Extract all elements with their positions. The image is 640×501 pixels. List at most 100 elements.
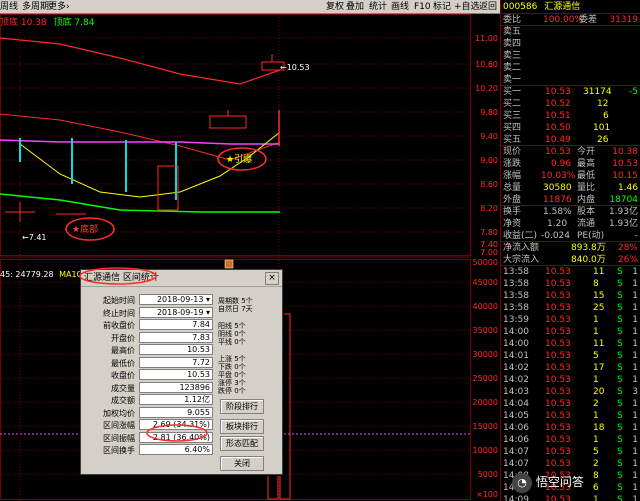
stock-name: 汇源通信: [544, 2, 581, 12]
field-label: 区间涨幅: [103, 421, 135, 430]
volume-tick: 20000: [473, 398, 498, 407]
tb-weekly[interactable]: 周线: [0, 1, 18, 13]
stage-ranking-button[interactable]: 阶段排行: [220, 399, 264, 414]
limit-down-count: 跌停 0个: [218, 387, 246, 395]
limit-up-count: 涨停 3个: [218, 379, 246, 387]
tick-row: 14:00 10.53 1 S 1: [503, 327, 638, 337]
tb-add-fav[interactable]: +自选: [454, 1, 480, 13]
upper-band-line: [0, 37, 281, 85]
field-value: 123896: [139, 381, 213, 393]
tb-overlay[interactable]: 叠加: [346, 1, 364, 13]
price-tick: 10.20: [475, 84, 498, 93]
period-count: 周期数 5个: [218, 297, 253, 305]
field-value: 6.40%: [139, 444, 213, 455]
ind-bottom-vol: 45: 24779.28: [0, 270, 54, 279]
price-tick: 9.40: [480, 132, 498, 141]
tb-back[interactable]: 返回: [479, 1, 497, 13]
volume-tick: 45000: [473, 278, 498, 287]
tick-row: 14:00 10.53 11 S 1: [503, 339, 638, 349]
stock-code: 000586: [503, 2, 538, 12]
price-tick: 8.60: [480, 180, 498, 189]
tick-row: 14:05 10.53 1 S 1: [503, 411, 638, 421]
quote-stats: 现价 10.53 今开 10.38 涨跌 0.96 最高 10.53 涨幅 10.03% 最低 1…: [501, 147, 640, 242]
field-label: 前收盘价: [103, 321, 135, 330]
ind-top-value2: 7.84: [74, 18, 95, 28]
field-label: 终止时间: [103, 308, 135, 318]
tb-restore[interactable]: 复权: [326, 1, 344, 13]
up-count: 上涨 5个: [218, 355, 246, 363]
close-icon[interactable]: ×: [265, 272, 279, 285]
tick-row: 14:07 10.53 5 S 1: [503, 447, 638, 457]
fund-flow: 净流入额 893.8万 28% 大宗流入 840.0万 26%: [501, 243, 640, 266]
unchanged-count: 平盘 0个: [218, 371, 246, 379]
tb-f10[interactable]: F10: [414, 1, 431, 13]
field-label: 收盘价: [111, 371, 135, 380]
tick-row: 14:03 10.53 20 S 3: [503, 387, 638, 397]
sector-ranking-button[interactable]: 板块排行: [220, 419, 264, 434]
watermark: ◔ 悟空问答: [512, 469, 584, 495]
sell-levels: 卖五 卖四 卖三 卖二 卖一: [501, 26, 640, 86]
field-value: 9.055: [139, 406, 213, 418]
field-value: 7.84: [139, 319, 213, 330]
field-value: 7.83: [139, 331, 213, 343]
quote-panel: 000586 汇源通信 委比 100.00% 委差 31319 卖五 卖四 卖三…: [500, 0, 640, 501]
annot-burst: ★引爆: [226, 153, 252, 165]
field-value[interactable]: 2018-09-19 ▾: [139, 306, 213, 318]
field-label: 区间振幅: [103, 433, 135, 443]
yin-count: 阴线 0个: [218, 330, 246, 338]
field-value: 1.12亿: [139, 394, 213, 405]
natural-days: 自然日 7天: [218, 305, 253, 313]
tb-stats[interactable]: 统计: [369, 1, 387, 13]
field-label: 最高价: [111, 346, 135, 355]
tick-row: 14:02 10.53 1 S 1: [503, 375, 638, 385]
price-tick: 7.00: [480, 248, 498, 257]
field-label: 加权均价: [103, 408, 135, 418]
field-label: 起始时间: [103, 296, 135, 305]
tick-row: 13:58 10.53 15 S 1: [503, 291, 638, 301]
tick-row: 13:58 10.53 11 S 1: [503, 267, 638, 277]
tb-multi-period[interactable]: 多周期: [22, 1, 49, 13]
volume-unit: ×100: [476, 490, 498, 499]
high-label: ←10.53: [280, 63, 310, 72]
buy-levels: 买一 10.53 31174 -5 买二 10.52 12 买三 10.51 6 买四 10.5…: [501, 87, 640, 146]
down-count: 下跌 0个: [218, 363, 246, 371]
ind-top-label1: 顶底: [0, 18, 19, 28]
dialog-close-button[interactable]: 关闭: [220, 456, 264, 471]
chart-toolbar: 周线 多周期 更多› 复权 叠加 统计 画线 F10 标记 +自选 返回: [0, 0, 500, 14]
magenta-ma-line: [0, 139, 280, 145]
tick-row: 13:58 10.53 25 S 1: [503, 303, 638, 313]
tb-draw[interactable]: 画线: [391, 1, 409, 13]
volume-tick: 5000: [478, 470, 498, 479]
volume-tick: 35000: [473, 326, 498, 335]
price-tick: 9.80: [480, 108, 498, 117]
pattern-match-button[interactable]: 形态匹配: [220, 436, 264, 451]
tb-mark[interactable]: 标记: [433, 1, 451, 13]
tick-row: 14:09 10.53 1 S 1: [503, 495, 638, 501]
price-tick: 8.20: [480, 204, 498, 213]
field-value: 7.72: [139, 356, 213, 368]
field-label: 成交量: [111, 383, 135, 393]
field-value[interactable]: 2018-09-13 ▾: [139, 294, 213, 305]
lower-red-curve: [0, 113, 281, 161]
top-indicator-line: 顶底 10.38 顶底 7.84: [0, 15, 94, 28]
field-label: 区间换手: [103, 446, 135, 455]
field-value: 10.53: [139, 344, 213, 355]
field-label: 成交额: [111, 396, 135, 405]
tick-list[interactable]: 13:58 10.53 11 S 1 13:58 10.53 8 S 1 13:58 10.53 15 S…: [501, 266, 640, 501]
tick-row: 14:06 10.53 18 S 1: [503, 423, 638, 433]
field-value: 2.69 (34.31%): [139, 419, 213, 430]
tick-row: 14:02 10.53 17 S 1: [503, 363, 638, 373]
tick-row: 13:58 10.53 8 S 1: [503, 279, 638, 289]
volume-tick: 30000: [473, 350, 498, 359]
tick-row: 14:04 10.53 2 S 1: [503, 399, 638, 409]
ind-top-value1: 10.38: [20, 18, 47, 28]
field-value: 2.81 (36.40%): [139, 431, 213, 443]
volume-tick: 25000: [473, 374, 498, 383]
wukong-logo-icon: ◔: [512, 472, 532, 493]
field-label: 最低价: [111, 358, 135, 368]
tb-more[interactable]: 更多›: [48, 1, 70, 13]
volume-tick: 40000: [473, 302, 498, 311]
weibi-row: 委比 100.00% 委差 31319: [501, 15, 640, 26]
range-stats-dialog: 汇源通信 区间统计 × 起始时间 2018-09-13 ▾ 终止时间 2018-09-…: [80, 269, 283, 475]
low-label: ←7.41: [22, 233, 47, 242]
